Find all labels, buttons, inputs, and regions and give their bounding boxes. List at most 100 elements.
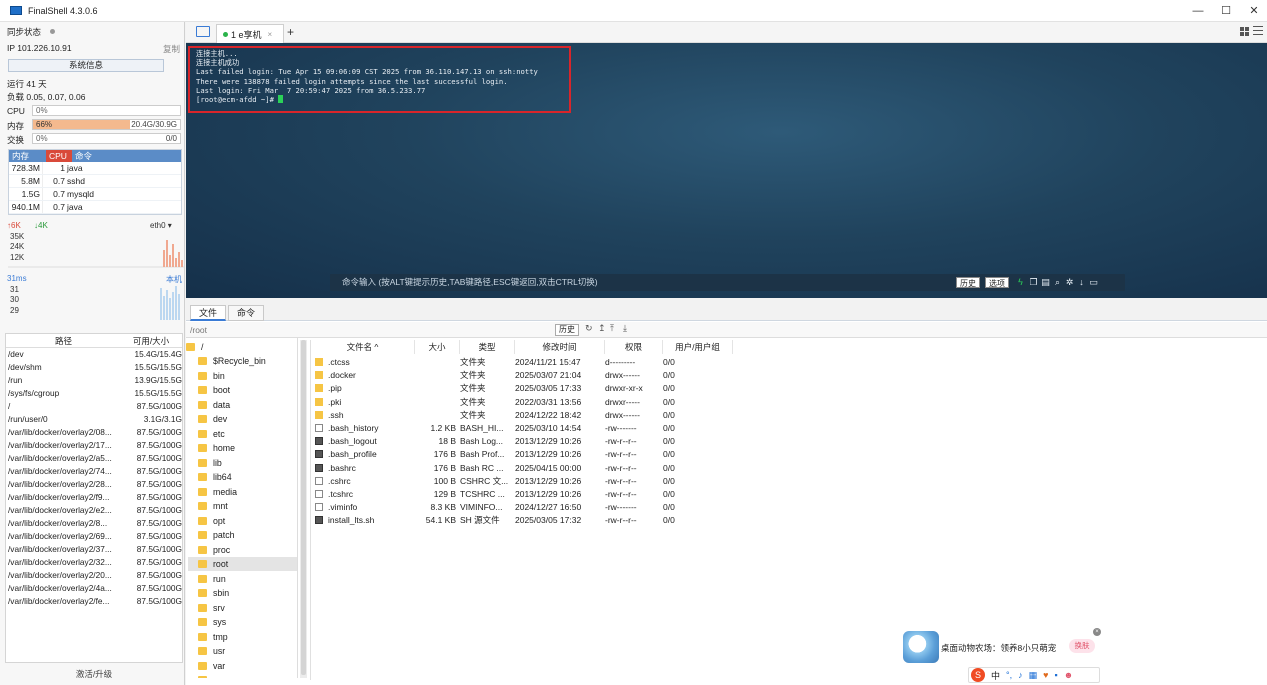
tree-root[interactable]: /: [186, 340, 203, 354]
popup-skin-button[interactable]: 换肤: [1069, 639, 1095, 653]
minimize-button[interactable]: —: [1185, 0, 1211, 22]
file-row[interactable]: .bash_history 1.2 KB BASH_HI... 2025/03/10 …: [311, 422, 733, 435]
net-interface-select[interactable]: eth0 ▾: [150, 221, 172, 230]
file-row[interactable]: .bashrc 176 B Bash RC ... 2025/04/15 00:00 -…: [311, 462, 733, 475]
disk-row[interactable]: /run/user/0 3.1G/3.1G: [6, 413, 182, 426]
disk-col-avail[interactable]: 可用/大小: [121, 334, 181, 347]
file-row[interactable]: .ssh 文件夹 2024/12/22 18:42 drwx------ 0/0: [311, 409, 733, 422]
disk-row[interactable]: /var/lib/docker/overlay2/a5... 87.5G/100G: [6, 452, 182, 465]
microphone-icon[interactable]: ♪: [1018, 670, 1023, 680]
disk-row[interactable]: /var/lib/docker/overlay2/4a... 87.5G/100G: [6, 582, 182, 595]
file-row[interactable]: .viminfo 8.3 KB VIMINFO... 2024/12/27 16:50…: [311, 501, 733, 514]
tree-node-lib[interactable]: lib: [198, 456, 222, 470]
menu-icon[interactable]: [1253, 26, 1263, 35]
maximize-button[interactable]: ☐: [1213, 0, 1239, 22]
file-row[interactable]: .pip 文件夹 2025/03/05 17:33 drwxr-xr-x 0/0: [311, 382, 733, 395]
tree-node-recyclebin[interactable]: $Recycle_bin: [198, 354, 266, 368]
process-row[interactable]: 5.8M 0.7 sshd: [9, 175, 181, 188]
download-arrow-icon[interactable]: ↓: [1077, 277, 1086, 287]
gear-icon[interactable]: ✲: [1065, 277, 1074, 287]
up-directory-icon[interactable]: ↥: [598, 323, 606, 334]
disk-row[interactable]: /var/lib/docker/overlay2/fe... 87.5G/100G: [6, 595, 182, 608]
history-button[interactable]: 历史: [956, 277, 980, 288]
command-input-hint[interactable]: 命令输入 (按ALT键提示历史,TAB键路径,ESC键返回,双击CTRL切换): [342, 274, 598, 291]
disk-row[interactable]: /dev 15.4G/15.4G: [6, 348, 182, 361]
tree-node-dev[interactable]: dev: [198, 412, 227, 426]
tree-node-lib64[interactable]: lib64: [198, 470, 232, 484]
terminal[interactable]: 连接主机... 连接主机成功 Last failed login: Tue Apr …: [186, 43, 1267, 298]
disk-row[interactable]: /var/lib/docker/overlay2/f9... 87.5G/100G: [6, 491, 182, 504]
popup-close-icon[interactable]: ×: [1093, 628, 1101, 636]
tree-node-patch[interactable]: patch: [198, 528, 235, 542]
pet-avatar-icon[interactable]: [903, 631, 939, 663]
col-name[interactable]: 文件名 ^: [311, 340, 415, 354]
disk-row[interactable]: /var/lib/docker/overlay2/8... 87.5G/100G: [6, 517, 182, 530]
disk-row[interactable]: /var/lib/docker/overlay2/28... 87.5G/100G: [6, 478, 182, 491]
session-tab[interactable]: 1 e享机 ×: [216, 24, 284, 43]
keyboard-icon[interactable]: ▦: [1029, 670, 1038, 681]
ime-punct[interactable]: °,: [1006, 670, 1012, 680]
system-info-button[interactable]: 系统信息: [8, 59, 164, 72]
tree-node-etc[interactable]: etc: [198, 427, 225, 441]
options-button[interactable]: 选项: [985, 277, 1009, 288]
tree-scrollbar[interactable]: [300, 340, 307, 678]
grid-layout-icon[interactable]: [1240, 27, 1249, 36]
disk-row[interactable]: /var/lib/docker/overlay2/20... 87.5G/100G: [6, 569, 182, 582]
refresh-icon[interactable]: ↻: [585, 323, 593, 334]
search-icon[interactable]: ⌕: [1053, 277, 1062, 287]
file-row[interactable]: .pki 文件夹 2022/03/31 13:56 drwxr----- 0/0: [311, 396, 733, 409]
activate-upgrade-link[interactable]: 激活/升级: [5, 663, 183, 685]
col-perm[interactable]: 权限: [605, 340, 663, 354]
tree-node-srv[interactable]: srv: [198, 601, 225, 615]
proc-col-cpu[interactable]: CPU: [46, 150, 72, 162]
col-type[interactable]: 类型: [460, 340, 515, 354]
tree-node-sbin[interactable]: sbin: [198, 586, 229, 600]
popup-message[interactable]: 桌面动物农场：领养8小只萌宠: [941, 642, 1056, 654]
terminal-output[interactable]: 连接主机... 连接主机成功 Last failed login: Tue Apr …: [196, 49, 538, 104]
copy-ip-link[interactable]: 复制: [163, 43, 180, 55]
tree-node-run[interactable]: run: [198, 572, 226, 586]
file-row[interactable]: .docker 文件夹 2025/03/07 21:04 drwx------ 0/0: [311, 369, 733, 382]
lightning-icon[interactable]: ϟ: [1016, 277, 1025, 287]
tree-node-bin[interactable]: bin: [198, 369, 225, 383]
current-path-input[interactable]: /root: [190, 322, 207, 338]
tab-commands[interactable]: 命令: [228, 305, 264, 321]
tree-node-data[interactable]: data: [198, 398, 230, 412]
add-tab-button[interactable]: +: [287, 25, 294, 39]
disk-row[interactable]: /var/lib/docker/overlay2/e2... 87.5G/100G: [6, 504, 182, 517]
file-row[interactable]: .cshrc 100 B CSHRC 文... 2013/12/29 10:26 -rw…: [311, 475, 733, 488]
col-size[interactable]: 大小: [415, 340, 460, 354]
tree-node-boot[interactable]: boot: [198, 383, 230, 397]
paste-icon[interactable]: ▤: [1041, 277, 1050, 287]
disk-row[interactable]: /var/lib/docker/overlay2/74... 87.5G/100G: [6, 465, 182, 478]
path-history-button[interactable]: 历史: [555, 324, 579, 336]
proc-col-mem[interactable]: 内存: [9, 150, 46, 162]
process-row[interactable]: 728.3M 1 java: [9, 162, 181, 175]
tree-node-usr[interactable]: usr: [198, 644, 225, 658]
tree-node-var[interactable]: var: [198, 659, 225, 673]
col-mtime[interactable]: 修改时间: [515, 340, 605, 354]
disk-row[interactable]: /var/lib/docker/overlay2/17... 87.5G/100G: [6, 439, 182, 452]
disk-row[interactable]: /var/lib/docker/overlay2/08... 87.5G/100G: [6, 426, 182, 439]
emoji-icon[interactable]: ☻: [1064, 670, 1073, 680]
disk-row[interactable]: /var/lib/docker/overlay2/37... 87.5G/100G: [6, 543, 182, 556]
folder-icon[interactable]: [196, 26, 210, 37]
disk-row[interactable]: /run 13.9G/15.5G: [6, 374, 182, 387]
tree-node-media[interactable]: media: [198, 485, 237, 499]
close-tab-icon[interactable]: ×: [268, 30, 273, 39]
ime-lang[interactable]: 中: [991, 669, 1000, 682]
disk-row[interactable]: /dev/shm 15.5G/15.5G: [6, 361, 182, 374]
tab-files[interactable]: 文件: [190, 305, 226, 321]
copy-icon[interactable]: ❐: [1029, 277, 1038, 287]
tree-node-root[interactable]: root: [188, 557, 297, 571]
disk-row[interactable]: /var/lib/docker/overlay2/69... 87.5G/100G: [6, 530, 182, 543]
file-row[interactable]: .tcshrc 129 B TCSHRC ... 2013/12/29 10:26 -r…: [311, 488, 733, 501]
disk-row[interactable]: /sys/fs/cgroup 15.5G/15.5G: [6, 387, 182, 400]
process-row[interactable]: 1.5G 0.7 mysqld: [9, 188, 181, 201]
command-input-bar[interactable]: 命令输入 (按ALT键提示历史,TAB键路径,ESC键返回,双击CTRL切换) …: [330, 274, 1125, 291]
tree-scrollbar-thumb[interactable]: [301, 340, 306, 675]
tree-node-mnt[interactable]: mnt: [198, 499, 228, 513]
tree-node-sys[interactable]: sys: [198, 615, 226, 629]
file-row[interactable]: install_lts.sh 54.1 KB SH 源文件 2025/03/05 17…: [311, 514, 733, 527]
col-owner[interactable]: 用户/用户组: [663, 340, 733, 354]
